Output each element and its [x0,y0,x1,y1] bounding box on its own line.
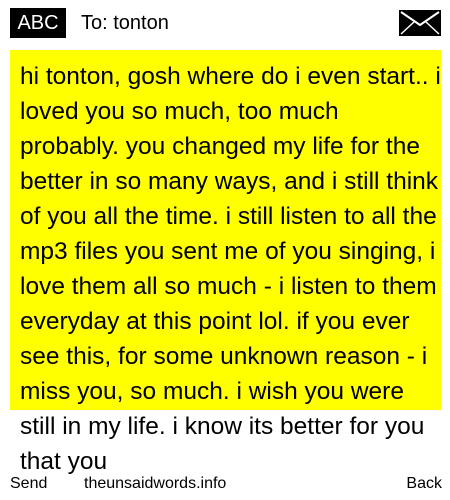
back-button[interactable]: Back [402,474,442,494]
message-body-field[interactable]: hi tonton, gosh where do i even start.. … [10,50,441,500]
message-text[interactable]: hi tonton, gosh where do i even start.. … [20,59,441,479]
softkey-bar: Send theunsaidwords.info Back [0,474,450,494]
compose-header: ABC To: tonton [0,0,450,46]
envelope-icon [399,10,441,36]
input-mode-indicator[interactable]: ABC [10,8,66,38]
recipient-field[interactable]: To: tonton [81,9,169,37]
send-button[interactable]: Send [10,474,52,494]
site-watermark: theunsaidwords.info [80,474,231,494]
